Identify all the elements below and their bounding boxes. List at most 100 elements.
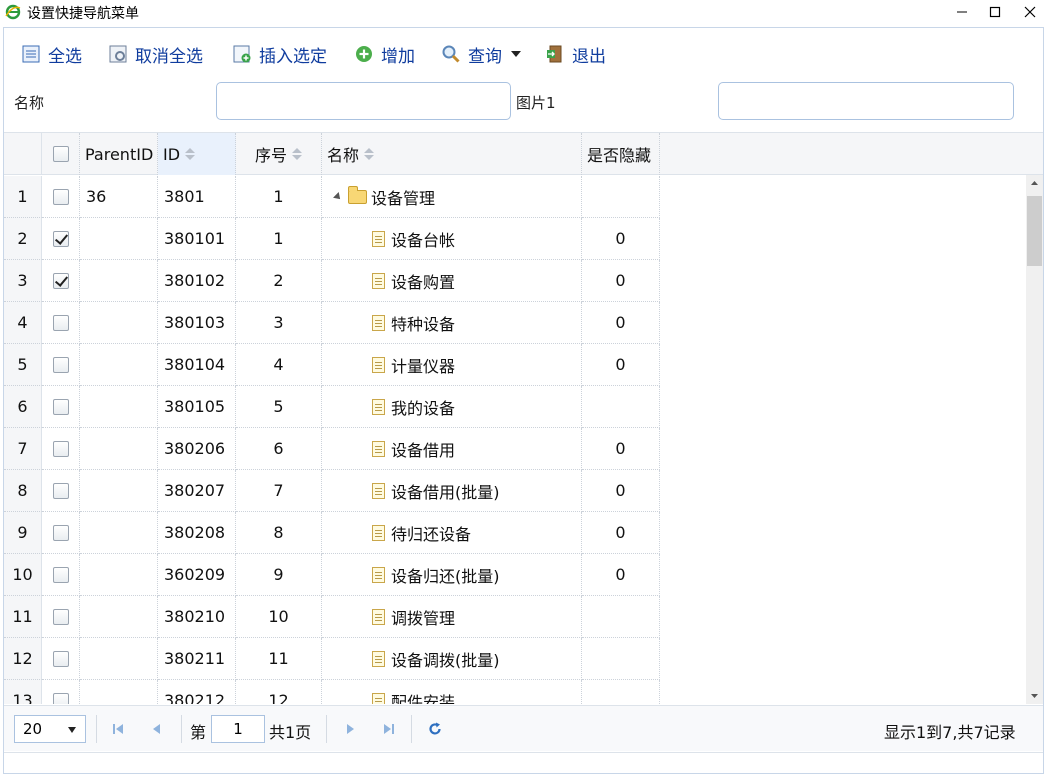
header-checkbox[interactable] <box>52 146 69 162</box>
page-size-select[interactable]: 20 <box>14 715 86 743</box>
id-value: 380208 <box>164 523 226 542</box>
maximize-button[interactable] <box>975 0 1015 24</box>
row-checkbox[interactable] <box>52 230 69 247</box>
name-cell[interactable]: 设备借用(批量) <box>322 470 582 512</box>
row-checkbox[interactable] <box>52 314 69 331</box>
last-page-icon[interactable] <box>381 721 397 737</box>
name-cell[interactable]: 设备台帐 <box>322 218 582 260</box>
row-checkbox-cell[interactable] <box>42 344 80 386</box>
sort-icon[interactable] <box>292 147 302 161</box>
row-checkbox-cell[interactable] <box>42 638 80 680</box>
scroll-down-icon[interactable] <box>1026 687 1043 704</box>
name-cell[interactable]: 设备调拨(批量) <box>322 638 582 680</box>
hidden-column-header[interactable]: 是否隐藏 <box>582 133 660 175</box>
name-cell[interactable]: 我的设备 <box>322 386 582 428</box>
insert-selected-button[interactable]: 插入选定 <box>232 41 327 67</box>
add-button[interactable]: 增加 <box>354 41 415 67</box>
next-page-icon[interactable] <box>342 721 358 737</box>
name-cell[interactable]: 配件安装 <box>322 680 582 704</box>
row-checkbox-cell[interactable] <box>42 512 80 554</box>
seq-value: 3 <box>273 313 284 332</box>
main-panel: 全选 取消全选 插入选定 增加 查询 退出 名称 图片1 ParentID ID… <box>3 27 1044 774</box>
sort-icon[interactable] <box>364 147 375 161</box>
name-cell[interactable]: 设备借用 <box>322 428 582 470</box>
row-checkbox-cell[interactable] <box>42 176 80 218</box>
refresh-icon[interactable] <box>427 721 443 737</box>
row-checkbox-cell[interactable] <box>42 428 80 470</box>
name-cell[interactable]: 设备购置 <box>322 260 582 302</box>
name-cell[interactable]: 待归还设备 <box>322 512 582 554</box>
query-button[interactable]: 查询 <box>441 41 522 67</box>
row-checkbox-cell[interactable] <box>42 260 80 302</box>
seq-value: 7 <box>273 481 284 500</box>
select-all-checkbox-header[interactable] <box>42 133 80 175</box>
parentid-column-header[interactable]: ParentID <box>80 133 158 175</box>
row-checkbox-cell[interactable] <box>42 470 80 512</box>
row-checkbox-cell[interactable] <box>42 386 80 428</box>
name-cell[interactable]: 设备管理 <box>322 176 582 218</box>
row-checkbox[interactable] <box>52 608 69 625</box>
id-value: 380206 <box>164 439 226 458</box>
name-cell[interactable]: 特种设备 <box>322 302 582 344</box>
scroll-up-icon[interactable] <box>1026 175 1043 192</box>
prev-page-icon[interactable] <box>149 721 165 737</box>
row-checkbox-cell[interactable] <box>42 680 80 704</box>
name-cell[interactable]: 调拨管理 <box>322 596 582 638</box>
row-checkbox-cell[interactable] <box>42 302 80 344</box>
close-button[interactable] <box>1010 0 1050 24</box>
document-icon <box>372 566 385 583</box>
table-row[interactable]: 9 380208 8 待归还设备 0 <box>4 512 660 554</box>
row-checkbox[interactable] <box>52 356 69 373</box>
pager-separator <box>181 715 182 743</box>
row-checkbox-cell[interactable] <box>42 554 80 596</box>
table-row[interactable]: 1 36 3801 1 设备管理 <box>4 176 660 218</box>
table-row[interactable]: 8 380207 7 设备借用(批量) 0 <box>4 470 660 512</box>
row-number: 9 <box>4 512 42 554</box>
table-row[interactable]: 10 360209 9 设备归还(批量) 0 <box>4 554 660 596</box>
row-checkbox[interactable] <box>52 398 69 415</box>
row-checkbox[interactable] <box>52 650 69 667</box>
page-number-input[interactable] <box>211 715 265 743</box>
table-row[interactable]: 13 380212 12 配件安装 <box>4 680 660 704</box>
row-checkbox[interactable] <box>52 272 69 289</box>
row-checkbox[interactable] <box>52 692 69 704</box>
name-column-header[interactable]: 名称 <box>322 133 582 175</box>
select-all-button[interactable]: 全选 <box>21 41 82 67</box>
table-row[interactable]: 3 380102 2 设备购置 0 <box>4 260 660 302</box>
menu-name-value: 待归还设备 <box>391 524 472 544</box>
table-row[interactable]: 5 380104 4 计量仪器 0 <box>4 344 660 386</box>
scroll-thumb[interactable] <box>1027 196 1042 266</box>
id-column-header[interactable]: ID <box>158 133 236 175</box>
dropdown-arrow-icon[interactable] <box>510 49 522 59</box>
row-checkbox[interactable] <box>52 188 69 205</box>
minimize-icon <box>957 11 967 13</box>
row-checkbox[interactable] <box>52 482 69 499</box>
name-cell[interactable]: 设备归还(批量) <box>322 554 582 596</box>
seq-cell: 1 <box>236 218 322 260</box>
row-checkbox-cell[interactable] <box>42 218 80 260</box>
table-row[interactable]: 6 380105 5 我的设备 <box>4 386 660 428</box>
vertical-scrollbar[interactable] <box>1026 175 1043 704</box>
table-row[interactable]: 2 380101 1 设备台帐 0 <box>4 218 660 260</box>
table-row[interactable]: 4 380103 3 特种设备 0 <box>4 302 660 344</box>
image-input[interactable] <box>718 82 1014 120</box>
row-checkbox[interactable] <box>52 524 69 541</box>
deselect-all-button[interactable]: 取消全选 <box>108 41 203 67</box>
seq-cell: 3 <box>236 302 322 344</box>
id-cell: 380101 <box>158 218 236 260</box>
table-row[interactable]: 11 380210 10 调拨管理 <box>4 596 660 638</box>
first-page-icon[interactable] <box>110 721 126 737</box>
table-row[interactable]: 12 380211 11 设备调拨(批量) <box>4 638 660 680</box>
name-cell[interactable]: 计量仪器 <box>322 344 582 386</box>
sort-icon[interactable] <box>185 147 196 161</box>
name-input[interactable] <box>216 82 511 120</box>
row-checkbox[interactable] <box>52 566 69 583</box>
row-number: 13 <box>4 680 42 704</box>
exit-button[interactable]: 退出 <box>545 41 606 67</box>
table-row[interactable]: 7 380206 6 设备借用 0 <box>4 428 660 470</box>
row-checkbox-cell[interactable] <box>42 596 80 638</box>
row-checkbox[interactable] <box>52 440 69 457</box>
tree-expand-icon[interactable] <box>333 191 343 202</box>
maximize-icon <box>989 6 1001 18</box>
seq-column-header[interactable]: 序号 <box>236 133 322 175</box>
